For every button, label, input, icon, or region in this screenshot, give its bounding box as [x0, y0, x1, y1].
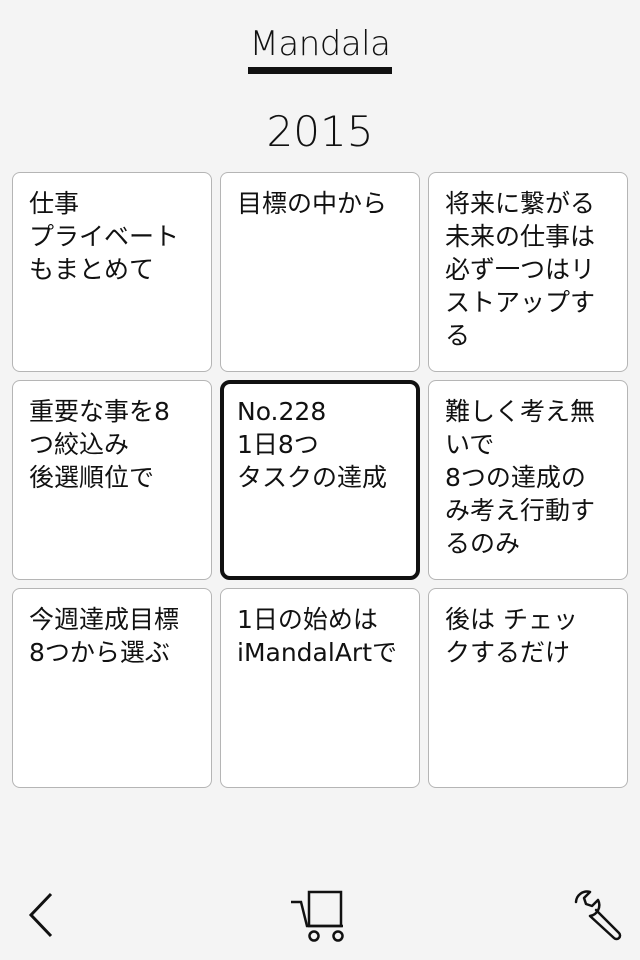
- app-title: Mandala: [249, 24, 391, 64]
- mandala-grid: 仕事 プライベート もまとめて 目標の中から 将来に繋がる 未来の仕事は 必ず一…: [12, 172, 628, 788]
- mandala-cell-6[interactable]: 難しく考え無 いで 8つの達成の み考え行動す るのみ: [428, 380, 628, 580]
- title-underline: [248, 67, 392, 74]
- bottom-toolbar: [0, 880, 640, 950]
- year-label: 2015: [266, 107, 374, 156]
- mandala-cell-4[interactable]: 重要な事を8 つ絞込み 後選順位で: [12, 380, 212, 580]
- mandala-cell-1[interactable]: 仕事 プライベート もまとめて: [12, 172, 212, 372]
- mandala-cell-8[interactable]: 1日の始めは iMandalArtで: [220, 588, 420, 788]
- settings-button[interactable]: [562, 880, 632, 950]
- mandala-center-cell[interactable]: No.228 1日8つ タスクの達成: [220, 380, 420, 580]
- cart-icon: [291, 890, 344, 942]
- cart-button[interactable]: [284, 880, 354, 950]
- back-chevron-icon: [28, 892, 53, 938]
- mandala-cell-9[interactable]: 後は チェッ クするだけ: [428, 588, 628, 788]
- mandala-cell-7[interactable]: 今週達成目標 8つから選ぶ: [12, 588, 212, 788]
- mandala-cell-3[interactable]: 将来に繋がる 未来の仕事は 必ず一つはリ ストアップす る: [428, 172, 628, 372]
- mandala-cell-2[interactable]: 目標の中から: [220, 172, 420, 372]
- wrench-icon: [574, 890, 622, 941]
- back-button[interactable]: [8, 880, 78, 950]
